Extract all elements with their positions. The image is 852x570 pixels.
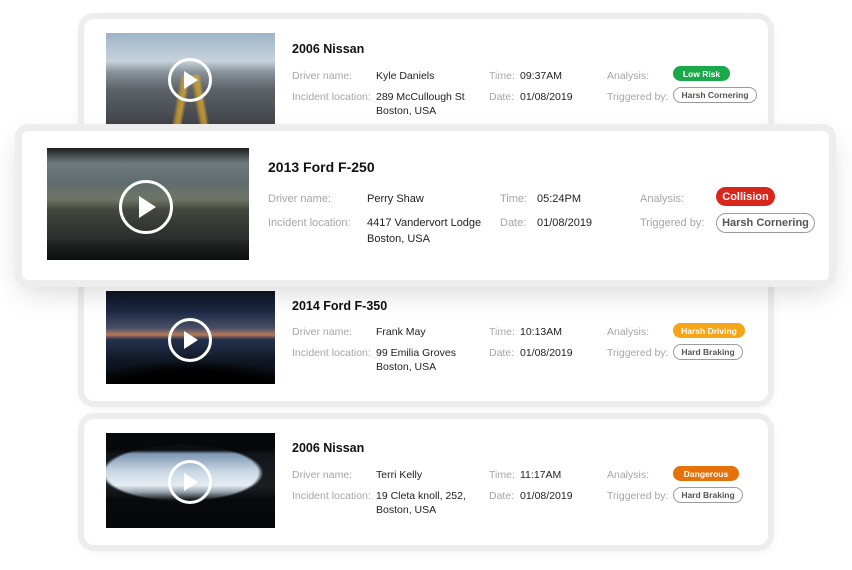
time-label: Time: (500, 193, 528, 205)
analysis-badge: Low Risk (673, 66, 730, 81)
analysis-badge: Collision (716, 187, 775, 206)
incident-location-label: Incident location: (292, 91, 371, 103)
incident-location-line1: 99 Emilia Groves (376, 347, 456, 359)
incident-card-1[interactable]: 2006 Nissan Driver name: Kyle Daniels In… (84, 19, 768, 131)
vehicle-title: 2013 Ford F-250 (268, 159, 375, 175)
incident-location-line2: Boston, USA (376, 504, 437, 516)
driver-name-value: Terri Kelly (376, 469, 423, 481)
triggered-by-label: Triggered by: (640, 217, 705, 229)
analysis-label: Analysis: (607, 70, 650, 82)
driver-name-value: Kyle Daniels (376, 70, 435, 82)
date-value: 01/08/2019 (520, 91, 573, 103)
video-thumbnail-1[interactable] (106, 33, 275, 126)
time-value: 05:24PM (537, 193, 582, 205)
incident-location-line2: Boston, USA (376, 361, 437, 373)
incident-location-label: Incident location: (268, 217, 351, 229)
play-icon (184, 71, 198, 89)
incident-location-line1: 289 McCullough St (376, 91, 465, 103)
play-icon (184, 331, 198, 349)
play-button[interactable] (168, 58, 212, 102)
analysis-badge: Dangerous (673, 466, 739, 481)
play-button[interactable] (168, 460, 212, 504)
date-label: Date: (489, 490, 515, 502)
analysis-badge: Harsh Driving (673, 323, 745, 338)
analysis-label: Analysis: (640, 193, 685, 205)
vehicle-title: 2006 Nissan (292, 42, 365, 56)
trigger-tag: Harsh Cornering (716, 213, 815, 233)
triggered-by-label: Triggered by: (607, 490, 669, 502)
incident-location-line2: Boston, USA (367, 233, 430, 245)
incident-location-line1: 4417 Vandervort Lodge (367, 217, 482, 229)
trigger-tag: Hard Braking (673, 487, 743, 503)
time-value: 11:17AM (520, 469, 562, 481)
trigger-tag: Hard Braking (673, 344, 743, 360)
time-value: 10:13AM (520, 326, 563, 338)
date-label: Date: (489, 347, 515, 359)
analysis-label: Analysis: (607, 326, 650, 338)
incident-location-label: Incident location: (292, 347, 371, 359)
video-thumbnail-2[interactable] (47, 148, 249, 260)
driver-name-label: Driver name: (268, 193, 331, 205)
trigger-tag: Harsh Cornering (673, 87, 757, 103)
incident-card-2-expanded[interactable]: 2013 Ford F-250 Driver name: Perry Shaw … (22, 131, 829, 280)
vehicle-title: 2006 Nissan (292, 441, 365, 455)
incident-location-line1: 19 Cleta knoll, 252, (376, 490, 466, 502)
analysis-label: Analysis: (607, 469, 650, 481)
time-label: Time: (489, 70, 515, 82)
triggered-by-label: Triggered by: (607, 347, 669, 359)
play-icon (139, 196, 156, 218)
date-label: Date: (489, 91, 515, 103)
incident-location-label: Incident location: (292, 490, 371, 502)
driver-name-value: Frank May (376, 326, 426, 338)
vehicle-title: 2014 Ford F-350 (292, 299, 388, 313)
play-button[interactable] (119, 180, 173, 234)
driver-name-label: Driver name: (292, 70, 353, 82)
time-label: Time: (489, 469, 515, 481)
date-value: 01/08/2019 (537, 217, 593, 229)
driver-name-value: Perry Shaw (367, 193, 424, 205)
triggered-by-label: Triggered by: (607, 91, 669, 103)
play-icon (184, 473, 198, 491)
incident-card-4[interactable]: 2006 Nissan Driver name: Terri Kelly Inc… (84, 419, 768, 545)
incident-location-line2: Boston, USA (376, 105, 437, 117)
video-thumbnail-4[interactable] (106, 433, 275, 528)
time-label: Time: (489, 326, 515, 338)
time-value: 09:37AM (520, 70, 563, 82)
driver-name-label: Driver name: (292, 326, 353, 338)
date-label: Date: (500, 217, 527, 229)
incident-card-3[interactable]: 2014 Ford F-350 Driver name: Frank May I… (84, 280, 768, 401)
date-value: 01/08/2019 (520, 490, 573, 502)
date-value: 01/08/2019 (520, 347, 573, 359)
video-thumbnail-3[interactable] (106, 291, 275, 384)
play-button[interactable] (168, 318, 212, 362)
driver-name-label: Driver name: (292, 469, 353, 481)
